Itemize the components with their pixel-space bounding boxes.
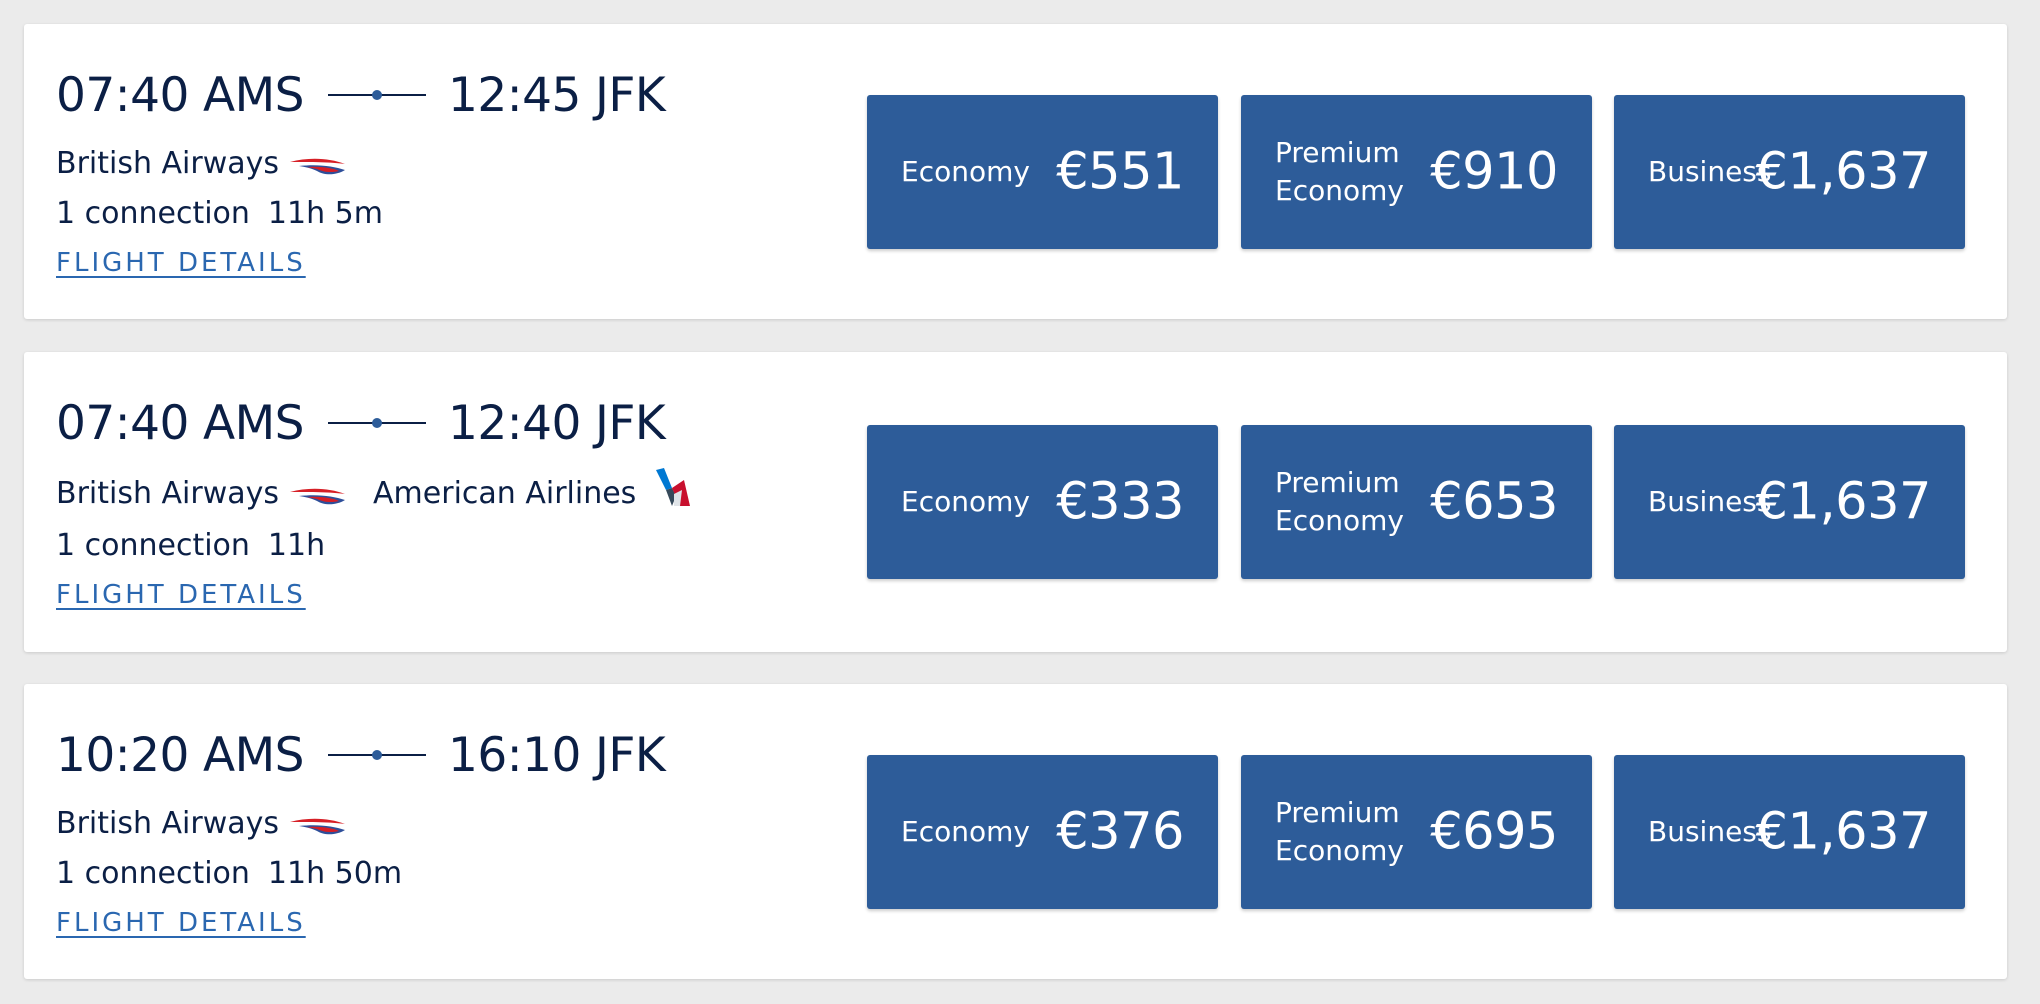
fare-cabin-line: Premium (1275, 466, 1400, 499)
business-fare-button[interactable]: Business €1,637 (1614, 95, 1965, 249)
business-fare-button[interactable]: Business €1,637 (1614, 425, 1965, 579)
fare-options: Economy €376 Premium Economy €695 Busine… (24, 684, 2007, 979)
fare-options: Economy €333 Premium Economy €653 Busine… (24, 352, 2007, 652)
fare-cabin-label: Economy (901, 155, 1030, 188)
premium-economy-fare-button[interactable]: Premium Economy €653 (1241, 425, 1592, 579)
economy-fare-button[interactable]: Economy €333 (867, 425, 1218, 579)
fare-price: €333 (1056, 472, 1184, 532)
fare-cabin-line: Economy (1275, 174, 1404, 207)
fare-cabin-label: Economy (901, 485, 1030, 518)
flight-result-card: 07:40 AMS 12:45 JFK British Airways 1 co… (24, 24, 2007, 319)
fare-cabin-label: Economy (901, 815, 1030, 848)
fare-price: €695 (1430, 802, 1558, 862)
fare-cabin-label: Premium Economy (1275, 794, 1415, 870)
flight-result-card: 10:20 AMS 16:10 JFK British Airways 1 co… (24, 684, 2007, 979)
fare-price: €910 (1430, 142, 1558, 202)
fare-cabin-line: Premium (1275, 136, 1400, 169)
fare-price: €1,637 (1755, 802, 1932, 862)
fare-price: €653 (1430, 472, 1558, 532)
business-fare-button[interactable]: Business €1,637 (1614, 755, 1965, 909)
premium-economy-fare-button[interactable]: Premium Economy €695 (1241, 755, 1592, 909)
fare-cabin-label: Premium Economy (1275, 464, 1415, 540)
fare-price: €1,637 (1755, 142, 1932, 202)
economy-fare-button[interactable]: Economy €551 (867, 95, 1218, 249)
fare-price: €551 (1056, 142, 1184, 202)
fare-options: Economy €551 Premium Economy €910 Busine… (24, 24, 2007, 319)
fare-price: €376 (1056, 802, 1184, 862)
premium-economy-fare-button[interactable]: Premium Economy €910 (1241, 95, 1592, 249)
economy-fare-button[interactable]: Economy €376 (867, 755, 1218, 909)
fare-cabin-line: Economy (1275, 504, 1404, 537)
fare-cabin-label: Premium Economy (1275, 134, 1415, 210)
fare-price: €1,637 (1755, 472, 1932, 532)
flight-result-card: 07:40 AMS 12:40 JFK British Airways Amer… (24, 352, 2007, 652)
fare-cabin-line: Premium (1275, 796, 1400, 829)
fare-cabin-line: Economy (1275, 834, 1404, 867)
